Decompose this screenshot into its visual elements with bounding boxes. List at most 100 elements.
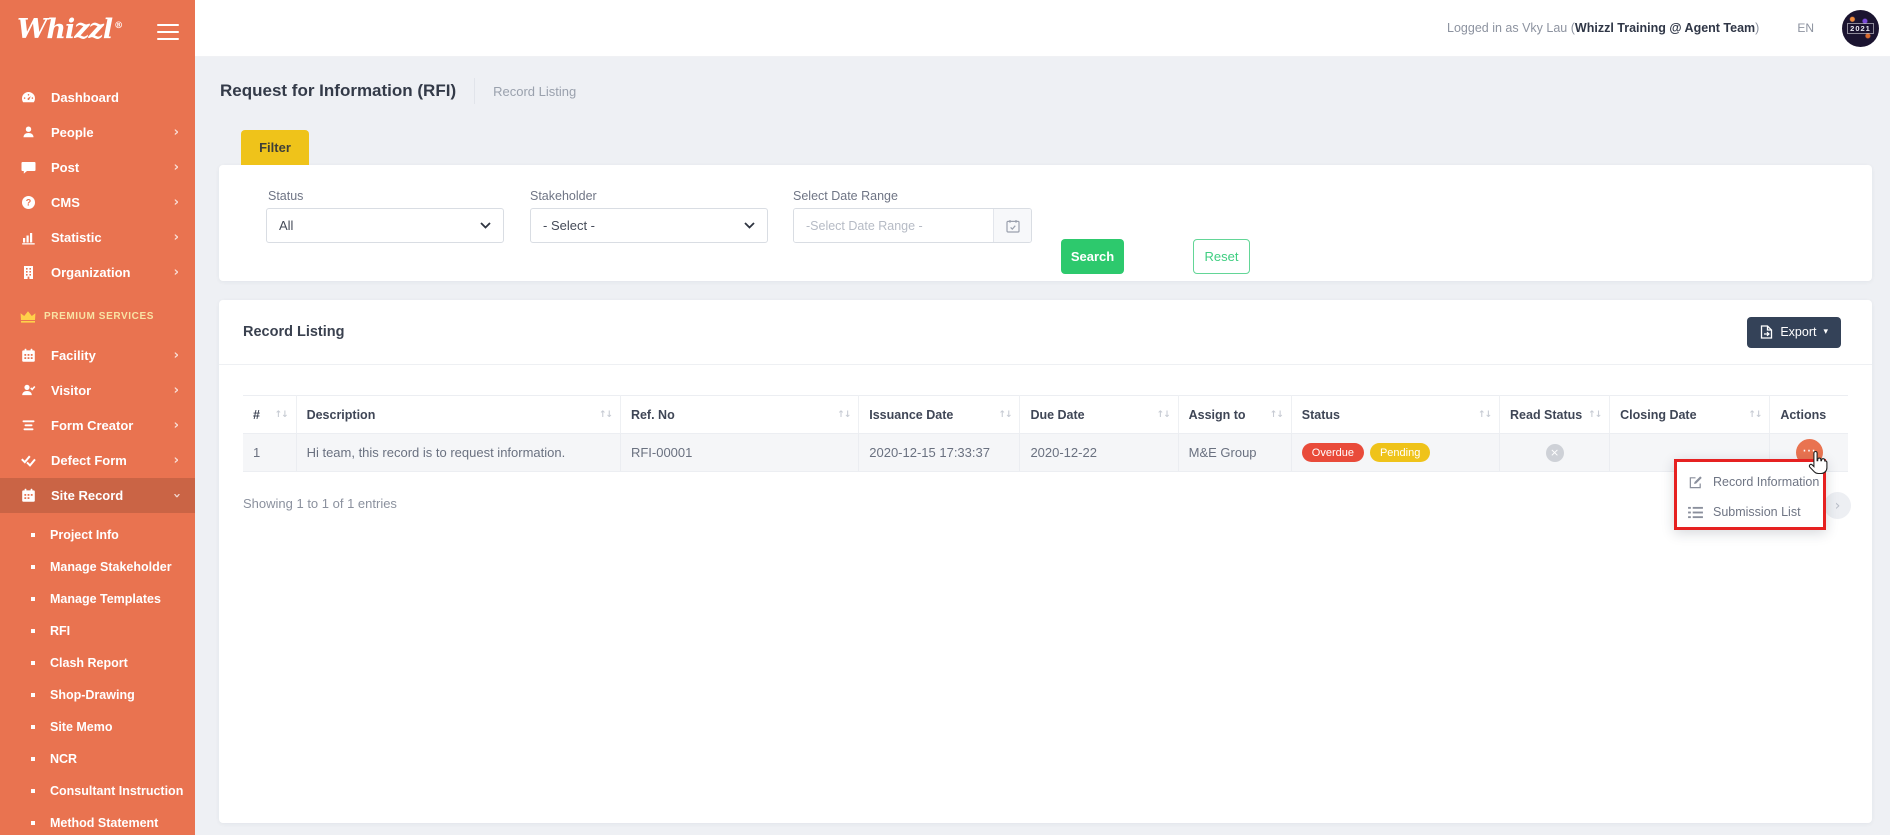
col-header-actions: Actions [1770,396,1848,434]
sidebar-item-label: Statistic [51,230,102,245]
sort-icon[interactable]: ↑↓ [1270,410,1283,420]
entries-summary: Showing 1 to 1 of 1 entries [243,496,397,511]
sidebar-subitem-project-info[interactable]: Project Info [0,519,195,551]
sort-icon[interactable]: ↑↓ [998,410,1011,420]
record-listing-header: Record Listing Export ▾ [219,300,1872,365]
col-header-description[interactable]: Description↑↓ [296,396,620,434]
sort-icon[interactable]: ↑↓ [1157,410,1170,420]
pagination-next-button[interactable]: › [1824,492,1851,519]
logged-in-team: Whizzl Training @ Agent Team [1575,21,1755,35]
menu-toggle-icon[interactable] [157,24,179,45]
calendar-button[interactable] [993,209,1031,242]
bullet-icon [31,629,35,633]
chevron-down-icon: › [169,493,184,498]
sort-icon[interactable]: ↑↓ [1478,410,1491,420]
subitem-label: NCR [50,752,77,766]
logged-in-text: Logged in as Vky Lau (Whizzl Training @ … [1447,21,1759,35]
subitem-label: Shop-Drawing [50,688,135,702]
col-header-status[interactable]: Status↑↓ [1291,396,1499,434]
premium-services-label: PREMIUM SERVICES [44,311,154,322]
registered-mark: ® [114,21,122,31]
col-header-closing-date[interactable]: Closing Date↑↓ [1610,396,1770,434]
sidebar-item-facility[interactable]: Facility › [0,338,195,373]
breadcrumb: Record Listing [493,84,576,99]
sidebar-item-people[interactable]: People › [0,115,195,150]
sidebar-subitem-manage-templates[interactable]: Manage Templates [0,583,195,615]
sidebar-item-site-record[interactable]: Site Record › [0,478,195,513]
sidebar-item-visitor[interactable]: Visitor › [0,373,195,408]
sidebar-item-label: People [51,125,94,140]
sidebar-subitem-manage-stakeholder[interactable]: Manage Stakeholder [0,551,195,583]
col-header-due-date[interactable]: Due Date↑↓ [1020,396,1178,434]
language-selector[interactable]: EN [1797,21,1814,35]
avatar[interactable]: 2021 [1842,10,1879,47]
logo-text: Whizzl [17,14,112,45]
dashboard-icon [20,89,37,106]
sidebar-subitem-site-memo[interactable]: Site Memo [0,711,195,743]
bullet-icon [31,789,35,793]
cell-due-date: 2020-12-22 [1020,434,1178,472]
col-header-num[interactable]: #↑↓ [243,396,296,434]
export-label: Export [1780,325,1816,339]
sort-icon[interactable]: ↑↓ [1748,410,1761,420]
page-header: Request for Information (RFI) Record Lis… [220,78,576,104]
bullet-icon [31,661,35,665]
sidebar-subitem-shop-drawing[interactable]: Shop-Drawing [0,679,195,711]
stakeholder-select[interactable]: - Select - [530,208,768,243]
list-icon [1688,506,1703,519]
whizzl-logo[interactable]: Whizzl® [17,14,122,45]
cell-assign-to: M&E Group [1178,434,1291,472]
export-button[interactable]: Export ▾ [1747,317,1841,348]
page-title: Request for Information (RFI) [220,81,456,101]
chevron-right-icon: › [174,348,179,363]
status-badge-pending: Pending [1370,443,1430,462]
facility-icon [20,347,37,364]
col-header-ref-no[interactable]: Ref. No↑↓ [620,396,858,434]
search-button[interactable]: Search [1061,239,1124,274]
sidebar-item-statistic[interactable]: Statistic › [0,220,195,255]
defect-form-icon [20,452,37,469]
chevron-right-icon: › [174,453,179,468]
statistic-icon [20,229,37,246]
reset-button[interactable]: Reset [1193,239,1250,274]
subitem-label: Consultant Instruction [50,784,183,798]
status-select[interactable]: All [266,208,504,243]
sidebar: Whizzl® Dashboard People › Post › ? CMS … [0,0,195,835]
sidebar-item-dashboard[interactable]: Dashboard [0,80,195,115]
filter-tab[interactable]: Filter [241,130,309,165]
sort-icon[interactable]: ↑↓ [274,410,287,420]
status-label: Status [268,189,303,203]
sidebar-subitem-clash-report[interactable]: Clash Report [0,647,195,679]
sidebar-item-defect-form[interactable]: Defect Form › [0,443,195,478]
record-listing-title: Record Listing [243,324,345,340]
sort-icon[interactable]: ↑↓ [837,410,850,420]
sidebar-item-organization[interactable]: Organization › [0,255,195,290]
cell-ref-no: RFI-00001 [620,434,858,472]
sidebar-subitem-ncr[interactable]: NCR [0,743,195,775]
site-record-icon [20,487,37,504]
sidebar-item-form-creator[interactable]: Form Creator › [0,408,195,443]
sidebar-subitem-consultant-instruction[interactable]: Consultant Instruction [0,775,195,807]
cell-issuance-date: 2020-12-15 17:33:37 [859,434,1020,472]
site-record-submenu: Project Info Manage Stakeholder Manage T… [0,519,195,835]
cell-read-status: × [1500,434,1610,472]
premium-services-header: PREMIUM SERVICES [0,306,195,326]
chevron-right-icon: › [174,195,179,210]
sidebar-item-post[interactable]: Post › [0,150,195,185]
people-icon [20,124,37,141]
date-range-group [793,208,1032,243]
visitor-icon [20,382,37,399]
sidebar-subitem-method-statement[interactable]: Method Statement [0,807,195,835]
menu-item-record-information[interactable]: Record Information [1677,467,1823,497]
sidebar-item-cms[interactable]: ? CMS › [0,185,195,220]
col-header-assign-to[interactable]: Assign to↑↓ [1178,396,1291,434]
sort-icon[interactable]: ↑↓ [1588,410,1601,420]
sidebar-subitem-rfi[interactable]: RFI [0,615,195,647]
status-badge-overdue: Overdue [1302,443,1364,462]
col-header-issuance-date[interactable]: Issuance Date↑↓ [859,396,1020,434]
menu-item-submission-list[interactable]: Submission List [1677,497,1823,527]
date-range-input[interactable] [794,209,993,242]
sort-icon[interactable]: ↑↓ [599,410,612,420]
col-header-read-status[interactable]: Read Status↑↓ [1500,396,1610,434]
sidebar-item-label: Site Record [51,488,123,503]
